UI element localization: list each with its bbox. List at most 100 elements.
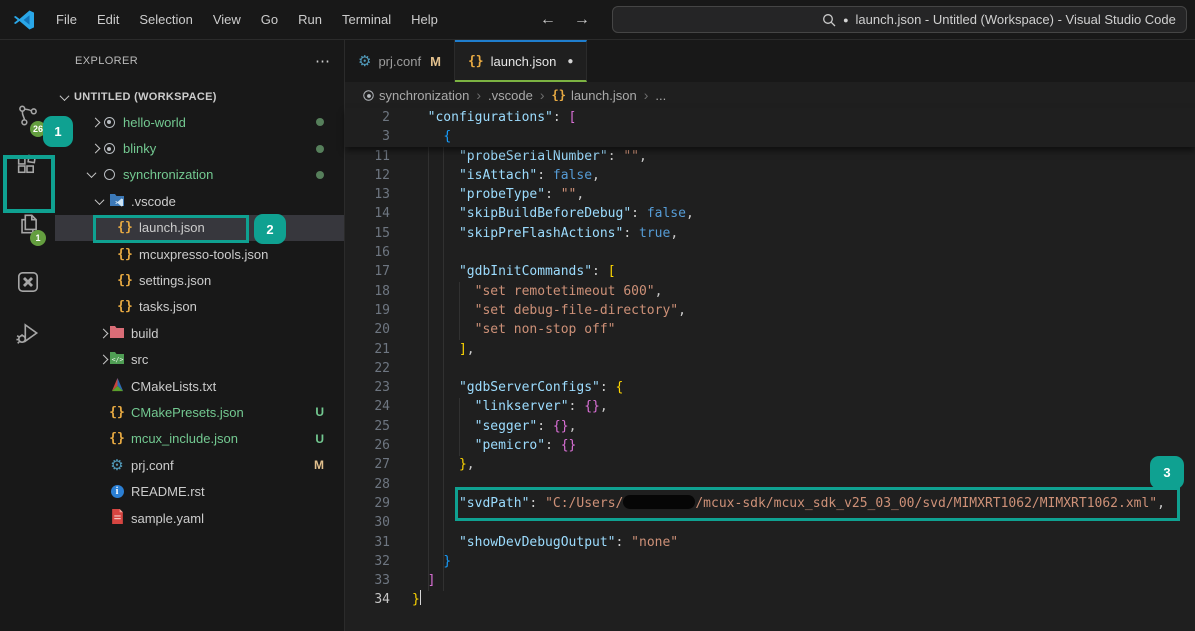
- tree-item-build[interactable]: build: [55, 320, 344, 346]
- code-line-18[interactable]: 18 "set remotetimeout 600",: [345, 282, 1195, 301]
- tree-item-sample-yaml[interactable]: sample.yaml: [55, 505, 344, 531]
- code-line-3[interactable]: 3 {: [345, 127, 1195, 146]
- tree-item-hello-world[interactable]: hello-world: [55, 109, 344, 135]
- tree-item-mcux-include-json[interactable]: {}mcux_include.jsonU: [55, 426, 344, 452]
- menu-help[interactable]: Help: [401, 8, 448, 31]
- code-line-2[interactable]: 2 "configurations": [: [345, 108, 1195, 127]
- back-arrow-icon[interactable]: ←: [540, 11, 556, 29]
- menu-edit[interactable]: Edit: [87, 8, 129, 31]
- line-content: }: [390, 552, 451, 571]
- tab-bar: ⚙prj.confM{}launch.json●: [345, 40, 1195, 82]
- tree-item-label: settings.json: [139, 273, 211, 288]
- code-line-13[interactable]: 13 "probeType": "",: [345, 185, 1195, 204]
- line-content: "probeSerialNumber": "",: [390, 147, 647, 166]
- code-line-16[interactable]: 16: [345, 243, 1195, 262]
- line-number: 19: [345, 301, 390, 320]
- code-line-32[interactable]: 32 }: [345, 552, 1195, 571]
- breadcrumb[interactable]: synchronization›.vscode›{}launch.json›..…: [345, 82, 1195, 108]
- code-line-24[interactable]: 24 "linkserver": {},: [345, 397, 1195, 416]
- tab-prj-conf[interactable]: ⚙prj.confM: [345, 40, 455, 82]
- line-content: "skipBuildBeforeDebug": false,: [390, 204, 694, 223]
- code-line-21[interactable]: 21 ],: [345, 340, 1195, 359]
- code-line-14[interactable]: 14 "skipBuildBeforeDebug": false,: [345, 204, 1195, 223]
- tree-item-cmakepresets-json[interactable]: {}CMakePresets.jsonU: [55, 399, 344, 425]
- window-title: launch.json - Untitled (Workspace) - Vis…: [856, 12, 1176, 27]
- activity-item-x-box[interactable]: [0, 258, 55, 306]
- tree-item--vscode[interactable]: .vscode: [55, 188, 344, 214]
- activity-item-documents[interactable]: 1: [0, 200, 55, 248]
- code-line-12[interactable]: 12 "isAttach": false,: [345, 166, 1195, 185]
- activity-badge: 1: [30, 230, 46, 246]
- line-content: "linkserver": {},: [390, 397, 608, 416]
- menu-go[interactable]: Go: [251, 8, 288, 31]
- code-line-25[interactable]: 25 "segger": {},: [345, 417, 1195, 436]
- json-icon: {}: [551, 88, 565, 102]
- tree-item-mcuxpresso-tools-json[interactable]: {}mcuxpresso-tools.json: [55, 241, 344, 267]
- debug-icon: [15, 320, 41, 346]
- code-line-26[interactable]: 26 "pemicro": {}: [345, 436, 1195, 455]
- activity-item-extensions[interactable]: [0, 141, 55, 189]
- line-content: [390, 513, 412, 532]
- menu-terminal[interactable]: Terminal: [332, 8, 401, 31]
- line-number: 23: [345, 378, 390, 397]
- folder-build-icon: [109, 325, 125, 342]
- breadcrumb-label: .vscode: [488, 88, 533, 103]
- line-content: "set non-stop off": [390, 320, 616, 339]
- code-line-17[interactable]: 17 "gdbInitCommands": [: [345, 262, 1195, 281]
- command-center-search[interactable]: ● launch.json - Untitled (Workspace) - V…: [612, 6, 1187, 33]
- tab-dirty-dot-icon[interactable]: ●: [567, 56, 573, 67]
- line-content: "isAttach": false,: [390, 166, 600, 185]
- breadcrumb-item[interactable]: {}launch.json: [551, 88, 636, 103]
- tab-label: launch.json: [491, 54, 557, 69]
- folder-vscode-icon: [109, 193, 125, 210]
- menu-selection[interactable]: Selection: [129, 8, 202, 31]
- line-number: 30: [345, 513, 390, 532]
- breadcrumb-item[interactable]: ...: [655, 88, 666, 103]
- tree-item-src[interactable]: </>src: [55, 347, 344, 373]
- line-number: 29: [345, 494, 390, 513]
- annotation-badge-3: 3: [1150, 456, 1184, 489]
- workspace-root-row[interactable]: UNTITLED (WORKSPACE): [55, 86, 344, 108]
- code-line-33[interactable]: 33 ]: [345, 571, 1195, 590]
- code-line-11[interactable]: 11 "probeSerialNumber": "",: [345, 147, 1195, 166]
- more-actions-icon[interactable]: ⋯: [315, 52, 330, 70]
- tree-item-label: blinky: [123, 141, 156, 156]
- menu-file[interactable]: File: [46, 8, 87, 31]
- editor-area: ⚙prj.confM{}launch.json● synchronization…: [345, 40, 1195, 631]
- tree-item-prj-conf[interactable]: ⚙prj.confM: [55, 452, 344, 478]
- code-line-30[interactable]: 30: [345, 513, 1195, 532]
- code-line-20[interactable]: 20 "set non-stop off": [345, 320, 1195, 339]
- tree-item-blinky[interactable]: blinky: [55, 135, 344, 161]
- code-line-31[interactable]: 31 "showDevDebugOutput": "none": [345, 533, 1195, 552]
- file-tree: hello-worldblinkysynchronization.vscode{…: [55, 109, 344, 531]
- tree-item-readme-rst[interactable]: iREADME.rst: [55, 478, 344, 504]
- tree-item-settings-json[interactable]: {}settings.json: [55, 267, 344, 293]
- tree-item-synchronization[interactable]: synchronization: [55, 162, 344, 188]
- code-line-22[interactable]: 22: [345, 359, 1195, 378]
- activity-item-debug[interactable]: [0, 309, 55, 357]
- project-status-dot: [316, 118, 324, 126]
- code-line-34[interactable]: 34}: [345, 590, 1195, 609]
- forward-arrow-icon[interactable]: →: [574, 11, 590, 29]
- tab-launch-json[interactable]: {}launch.json●: [455, 40, 587, 82]
- tree-item-launch-json[interactable]: {}launch.json: [55, 215, 344, 241]
- code-line-28[interactable]: 28: [345, 475, 1195, 494]
- breadcrumb-item[interactable]: synchronization: [363, 88, 469, 103]
- code-line-23[interactable]: 23 "gdbServerConfigs": {: [345, 378, 1195, 397]
- line-number: 27: [345, 455, 390, 474]
- code-line-15[interactable]: 15 "skipPreFlashActions": true,: [345, 224, 1195, 243]
- line-content: "set debug-file-directory",: [390, 301, 686, 320]
- menu-view[interactable]: View: [203, 8, 251, 31]
- line-number: 25: [345, 417, 390, 436]
- code-line-27[interactable]: 27 },: [345, 455, 1195, 474]
- breadcrumb-item[interactable]: .vscode: [488, 88, 533, 103]
- tree-item-label: CMakeLists.txt: [131, 379, 216, 394]
- circle-icon: [104, 169, 115, 180]
- code-view[interactable]: 11 "probeSerialNumber": "",12 "isAttach"…: [345, 147, 1195, 610]
- line-content: "configurations": [: [390, 108, 576, 127]
- code-line-19[interactable]: 19 "set debug-file-directory",: [345, 301, 1195, 320]
- tree-item-cmakelists-txt[interactable]: CMakeLists.txt: [55, 373, 344, 399]
- code-line-29[interactable]: 29 "svdPath": "C:/Users//mcux-sdk/mcux_s…: [345, 494, 1195, 513]
- tree-item-tasks-json[interactable]: {}tasks.json: [55, 294, 344, 320]
- menu-run[interactable]: Run: [288, 8, 332, 31]
